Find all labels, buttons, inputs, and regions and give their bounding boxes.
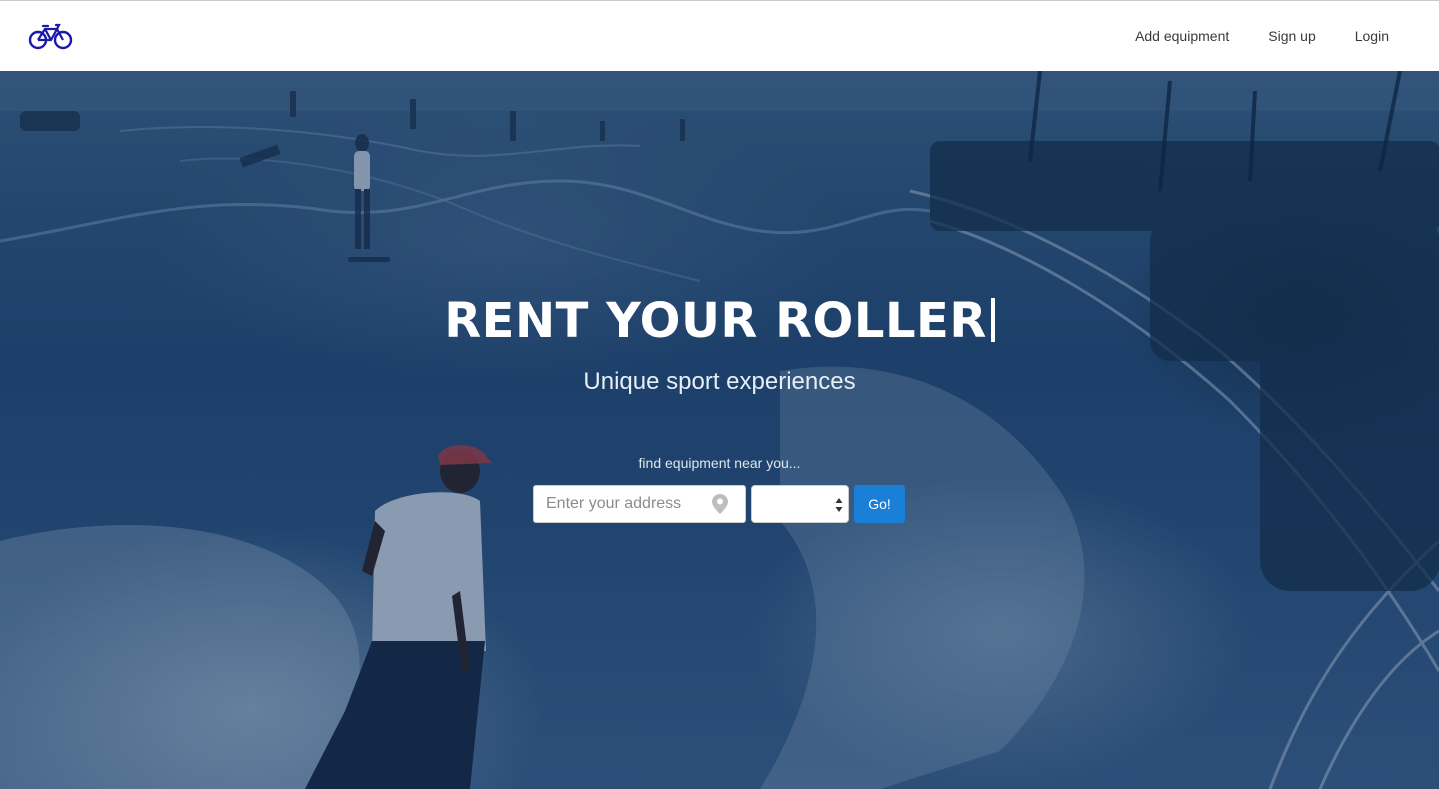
hero-section: RENT YOUR ROLLER Unique sport experience… — [0, 71, 1439, 789]
category-select[interactable] — [751, 485, 849, 523]
search-form: Go! — [533, 485, 905, 523]
hero-title-text: RENT YOUR ROLLER — [444, 293, 987, 349]
address-field-wrapper — [533, 485, 746, 523]
bicycle-icon[interactable] — [28, 21, 74, 51]
nav-add-equipment-link[interactable]: Add equipment — [1135, 25, 1229, 47]
hero-title: RENT YOUR ROLLER — [0, 293, 1439, 349]
hero-subtitle: Unique sport experiences — [583, 368, 856, 395]
hero-tint-overlay — [0, 71, 1439, 789]
typing-cursor — [990, 298, 995, 342]
top-navbar: Add equipment Sign up Login — [0, 0, 1439, 71]
nav-sign-up-link[interactable]: Sign up — [1268, 25, 1315, 47]
nav-links: Add equipment Sign up Login — [1135, 25, 1389, 47]
go-button[interactable]: Go! — [854, 485, 905, 523]
select-arrows-icon — [835, 497, 843, 513]
nav-login-link[interactable]: Login — [1355, 25, 1389, 47]
map-pin-icon — [712, 494, 728, 514]
search-hint: find equipment near you... — [638, 455, 801, 471]
